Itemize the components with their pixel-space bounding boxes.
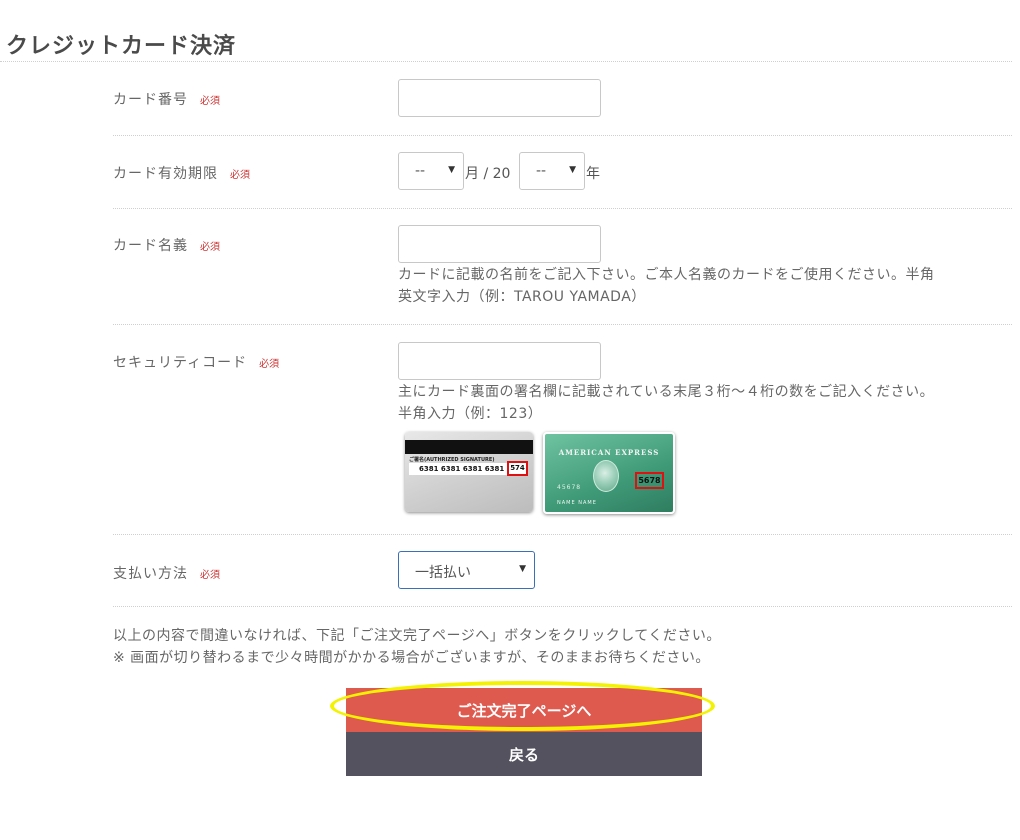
centurion-icon bbox=[593, 460, 619, 492]
expiry-month-select[interactable]: -- ▼ bbox=[398, 152, 464, 190]
required-badge: 必須 bbox=[230, 170, 250, 181]
expiry-month-suffix: 月 / 20 bbox=[465, 166, 511, 182]
back-button[interactable]: 戻る bbox=[346, 732, 702, 776]
amex-holder: NAME NAME bbox=[557, 500, 597, 506]
chevron-down-icon: ▼ bbox=[448, 165, 455, 175]
card-holder-label-text: カード名義 bbox=[113, 238, 188, 254]
row-divider bbox=[113, 606, 1012, 607]
row-divider bbox=[113, 534, 1012, 535]
card-holder-label: カード名義 必須 bbox=[113, 235, 220, 255]
card-back-number: 6381 6381 6381 6381 bbox=[419, 465, 505, 473]
amex-code: 5678 bbox=[635, 472, 664, 489]
submit-order-button[interactable]: ご注文完了ページへ bbox=[346, 688, 702, 732]
payment-method-label-text: 支払い方法 bbox=[113, 566, 188, 582]
expiry-year-suffix: 年 bbox=[586, 166, 600, 182]
required-badge: 必須 bbox=[259, 359, 280, 370]
payment-method-select[interactable]: 一括払い ▼ bbox=[398, 551, 535, 589]
row-divider bbox=[113, 135, 1012, 136]
confirmation-notice: 以上の内容で間違いなければ、下記「ご注文完了ページへ」ボタンをクリックしてくださ… bbox=[113, 625, 721, 669]
row-divider bbox=[113, 208, 1012, 209]
card-expiry-label-text: カード有効期限 bbox=[113, 166, 218, 182]
chevron-down-icon: ▼ bbox=[569, 165, 576, 175]
card-holder-help: カードに記載の名前をご記入下さい。ご本人名義のカードをご使用ください。半角 英文… bbox=[398, 264, 935, 308]
amex-number: 45678 bbox=[557, 484, 582, 491]
expiry-year-select[interactable]: -- ▼ bbox=[519, 152, 585, 190]
card-number-input[interactable] bbox=[398, 79, 601, 117]
title-divider bbox=[0, 61, 1012, 62]
security-code-input[interactable] bbox=[398, 342, 601, 380]
security-code-label-text: セキュリティコード bbox=[113, 355, 248, 371]
signature-label: ご署名(AUTHRIZED SIGNATURE) bbox=[409, 457, 495, 463]
card-holder-input[interactable] bbox=[398, 225, 601, 263]
amex-brand: AMERICAN EXPRESS bbox=[558, 448, 660, 457]
expiry-month-value: -- bbox=[415, 163, 426, 179]
required-badge: 必須 bbox=[200, 96, 220, 107]
card-number-label: カード番号 必須 bbox=[113, 89, 220, 109]
payment-method-label: 支払い方法 必須 bbox=[113, 563, 220, 583]
page-title: クレジットカード決済 bbox=[6, 34, 237, 59]
card-back-code: 574 bbox=[507, 461, 528, 476]
security-code-help-line: 半角入力（例：123） bbox=[398, 406, 543, 422]
security-code-help: 主にカード裏面の署名欄に記載されている末尾３桁～４桁の数をご記入ください。 半角… bbox=[398, 381, 934, 425]
required-badge: 必須 bbox=[200, 242, 220, 253]
notice-line: 以上の内容で間違いなければ、下記「ご注文完了ページへ」ボタンをクリックしてくださ… bbox=[113, 628, 721, 644]
required-badge: 必須 bbox=[200, 570, 220, 581]
card-expiry-label: カード有効期限 必須 bbox=[113, 163, 250, 183]
notice-line: ※ 画面が切り替わるまで少々時間がかかる場合がございますが、そのままお待ちくださ… bbox=[113, 650, 710, 666]
card-number-label-text: カード番号 bbox=[113, 92, 188, 108]
security-code-label: セキュリティコード 必須 bbox=[113, 352, 279, 372]
magnetic-stripe bbox=[405, 440, 533, 454]
amex-card-image: AMERICAN EXPRESS 45678 NAME NAME 5678 bbox=[543, 432, 675, 514]
card-holder-help-line: 英文字入力（例：TAROU YAMADA） bbox=[398, 289, 646, 305]
payment-method-value: 一括払い bbox=[415, 565, 471, 581]
card-back-image: ご署名(AUTHRIZED SIGNATURE) 6381 6381 6381 … bbox=[405, 432, 533, 512]
expiry-year-value: -- bbox=[536, 163, 547, 179]
row-divider bbox=[113, 324, 1012, 325]
security-code-help-line: 主にカード裏面の署名欄に記載されている末尾３桁～４桁の数をご記入ください。 bbox=[398, 384, 935, 400]
card-holder-help-line: カードに記載の名前をご記入下さい。ご本人名義のカードをご使用ください。半角 bbox=[398, 267, 935, 283]
chevron-down-icon: ▼ bbox=[519, 564, 526, 574]
